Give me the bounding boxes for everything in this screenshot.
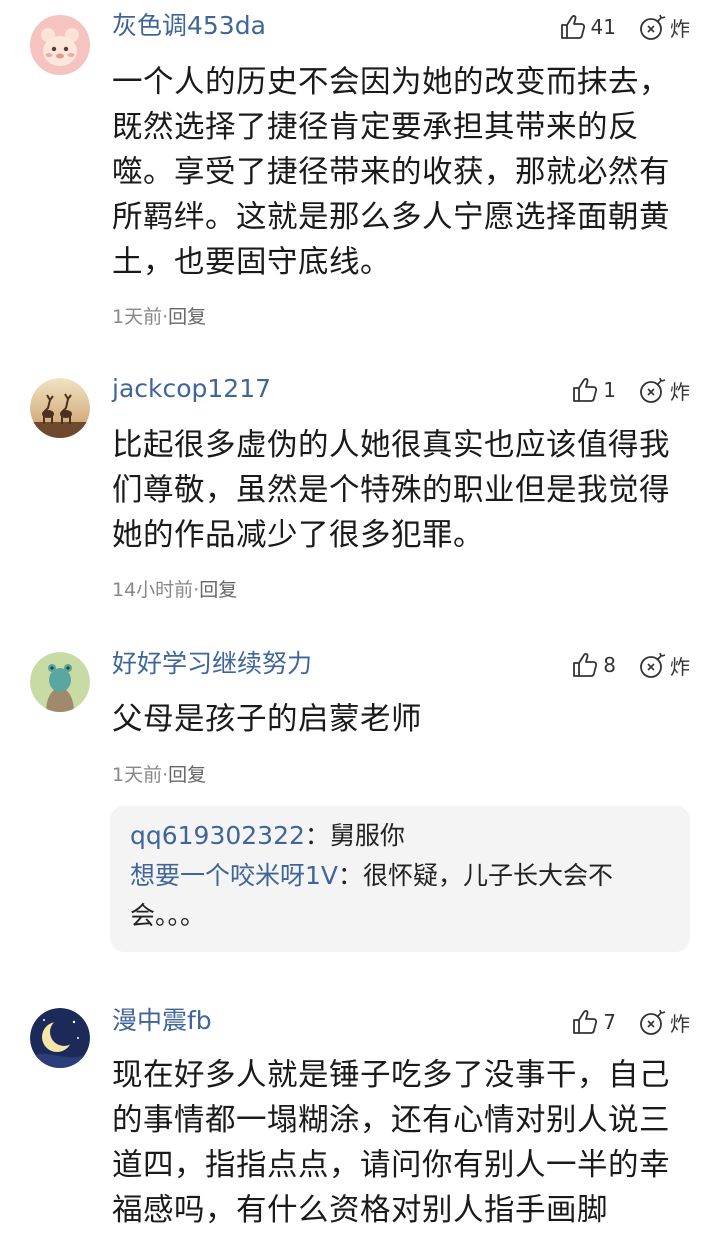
- username[interactable]: 漫中震fb: [112, 1005, 212, 1037]
- reply-thread[interactable]: qq619302322：舅服你 想要一个咬米呀1V：很怀疑，儿子长大会不会。。。: [110, 806, 690, 952]
- avatar[interactable]: [30, 378, 90, 438]
- like-button[interactable]: 41: [558, 12, 616, 42]
- comment-actions: 7 炸: [570, 1005, 690, 1039]
- avatar[interactable]: [30, 652, 90, 712]
- like-button[interactable]: 1: [570, 375, 616, 405]
- comment-time: 1天前: [112, 764, 163, 786]
- comment-meta: 14小时前·回复: [112, 575, 237, 602]
- bomb-button[interactable]: 炸: [638, 1007, 690, 1037]
- comment-actions: 41 炸: [558, 10, 690, 44]
- like-count: 41: [590, 15, 616, 39]
- comment-actions: 1 炸: [570, 373, 690, 407]
- comment-meta: 1天前·回复: [112, 302, 206, 329]
- comment-meta: 1天前·回复: [112, 760, 206, 787]
- thumbs-up-icon: [573, 1010, 598, 1034]
- bomb-icon: [640, 1009, 666, 1035]
- comment-actions: 8 炸: [570, 648, 690, 682]
- comment-text: 一个人的历史不会因为她的改变而抹去，既然选择了捷径肯定要承担其带来的反噬。享受了…: [112, 65, 670, 280]
- like-count: 8: [603, 653, 616, 677]
- thumbs-up-icon: [560, 15, 585, 39]
- comment-text: 比起很多虚伪的人她很真实也应该值得我们尊敬，虽然是个特殊的职业但是我觉得她的作品…: [112, 428, 670, 553]
- like-button[interactable]: 8: [570, 650, 616, 680]
- reply-link[interactable]: 回复: [168, 764, 206, 786]
- comment-text: 父母是孩子的启蒙老师: [112, 702, 422, 737]
- reply-separator: ：: [304, 821, 330, 850]
- like-count: 1: [603, 378, 616, 402]
- comment-text: 现在好多人就是锤子吃多了没事干，自己的事情都一塌糊涂，还有心情对别人说三道四，指…: [112, 1058, 670, 1228]
- bomb-icon: [640, 14, 666, 40]
- bomb-label: 炸: [670, 379, 690, 404]
- bomb-icon: [640, 377, 666, 403]
- bomb-button[interactable]: 炸: [638, 375, 690, 405]
- bomb-button[interactable]: 炸: [638, 650, 690, 680]
- like-button[interactable]: 7: [570, 1007, 616, 1037]
- comment-time: 14小时前: [112, 579, 194, 601]
- bomb-label: 炸: [670, 16, 690, 41]
- reply-separator: ：: [338, 861, 364, 890]
- thumbs-up-icon: [573, 378, 598, 402]
- reply-link[interactable]: 回复: [199, 579, 237, 601]
- username[interactable]: jackcop1217: [112, 373, 271, 405]
- avatar[interactable]: [30, 15, 90, 75]
- reply-item: 想要一个咬米呀1V：很怀疑，儿子长大会不会。。。: [130, 856, 670, 936]
- bomb-icon: [640, 652, 666, 678]
- thumbs-up-icon: [573, 653, 598, 677]
- reply-text: 舅服你: [329, 821, 405, 850]
- bomb-label: 炸: [670, 654, 690, 679]
- comment-time: 1天前: [112, 306, 163, 328]
- like-count: 7: [603, 1010, 616, 1034]
- bomb-button[interactable]: 炸: [638, 12, 690, 42]
- reply-item: qq619302322：舅服你: [130, 816, 670, 856]
- reply-link[interactable]: 回复: [168, 306, 206, 328]
- bomb-label: 炸: [670, 1011, 690, 1036]
- reply-username[interactable]: qq619302322: [130, 821, 305, 850]
- username[interactable]: 好好学习继续努力: [112, 648, 312, 680]
- reply-username[interactable]: 想要一个咬米呀1V: [130, 861, 338, 890]
- username[interactable]: 灰色调453da: [112, 10, 266, 42]
- avatar[interactable]: [30, 1008, 90, 1068]
